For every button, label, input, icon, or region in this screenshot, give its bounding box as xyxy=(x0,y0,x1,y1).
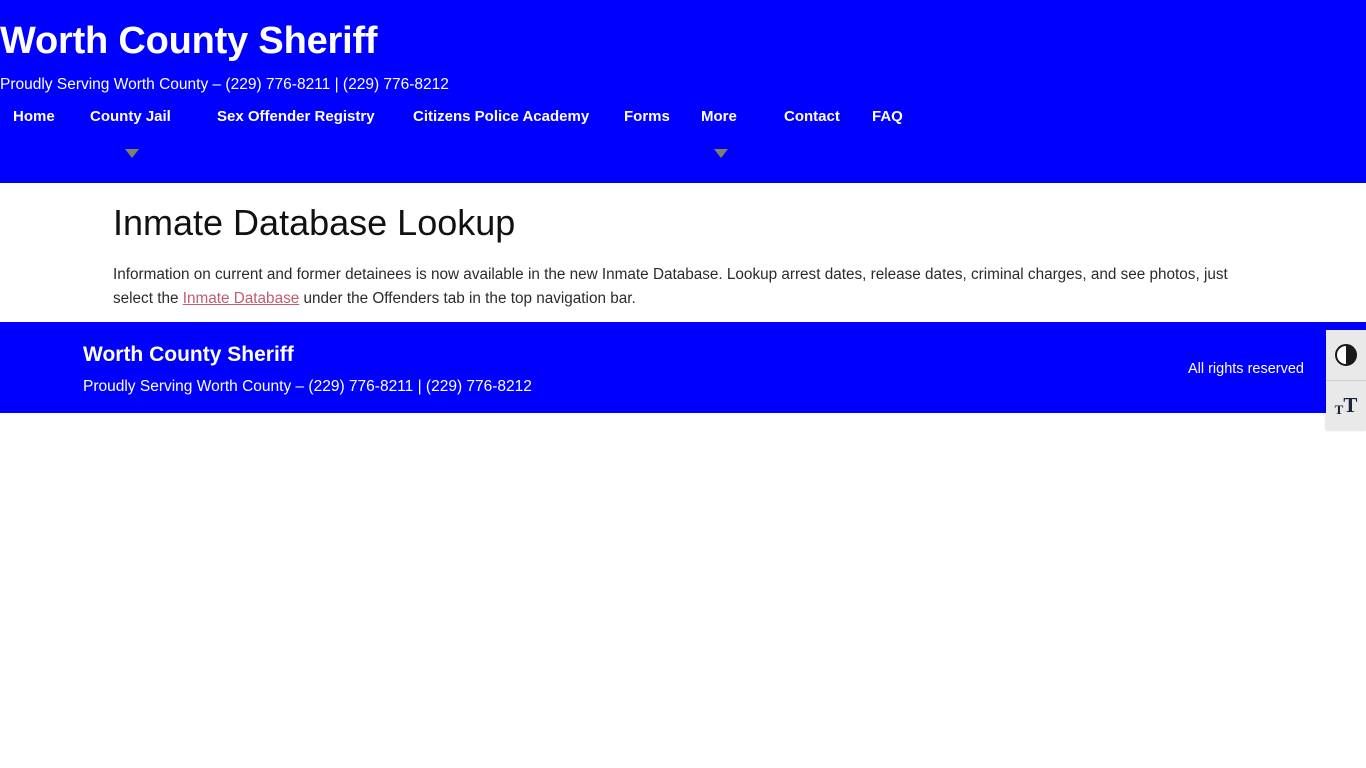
nav-item-contact[interactable]: Contact xyxy=(784,103,840,131)
page-description: Information on current and former detain… xyxy=(113,263,1243,311)
toggle-font-size-button[interactable]: TT xyxy=(1326,380,1366,430)
font-size-icon: TT xyxy=(1334,393,1358,417)
toggle-high-contrast-button[interactable] xyxy=(1326,330,1366,380)
nav-item-citizens-police-academy[interactable]: Citizens Police Academy xyxy=(413,103,589,131)
contrast-icon xyxy=(1335,344,1357,366)
footer-site-title[interactable]: Worth County Sheriff xyxy=(83,341,294,369)
description-text-after-link: under the Offenders tab in the top navig… xyxy=(299,290,636,307)
site-footer: Worth County Sheriff Proudly Serving Wor… xyxy=(0,322,1366,413)
main-navigation: Home County Jail Sex Offender Registry C… xyxy=(0,103,1366,173)
inmate-database-link[interactable]: Inmate Database xyxy=(183,290,300,307)
nav-item-forms[interactable]: Forms xyxy=(624,103,670,131)
footer-rights-text: All rights reserved xyxy=(1187,361,1304,377)
site-tagline: Proudly Serving Worth County – (229) 776… xyxy=(0,76,449,93)
site-header: Worth County Sheriff Proudly Serving Wor… xyxy=(0,0,1366,183)
footer-tagline: Proudly Serving Worth County – (229) 776… xyxy=(83,378,532,395)
site-title[interactable]: Worth County Sheriff xyxy=(0,18,378,64)
nav-item-home[interactable]: Home xyxy=(13,103,55,131)
page-title: Inmate Database Lookup xyxy=(113,202,516,243)
nav-item-sex-offender-registry[interactable]: Sex Offender Registry xyxy=(217,103,375,131)
nav-item-more[interactable]: More xyxy=(701,103,737,131)
chevron-down-icon-county-jail[interactable] xyxy=(125,149,139,158)
chevron-down-icon-more[interactable] xyxy=(714,149,728,158)
nav-item-faq[interactable]: FAQ xyxy=(872,103,903,131)
nav-item-county-jail[interactable]: County Jail xyxy=(90,103,171,131)
main-content: Inmate Database Lookup Information on cu… xyxy=(0,183,1366,322)
accessibility-toolbar: TT xyxy=(1326,330,1366,430)
